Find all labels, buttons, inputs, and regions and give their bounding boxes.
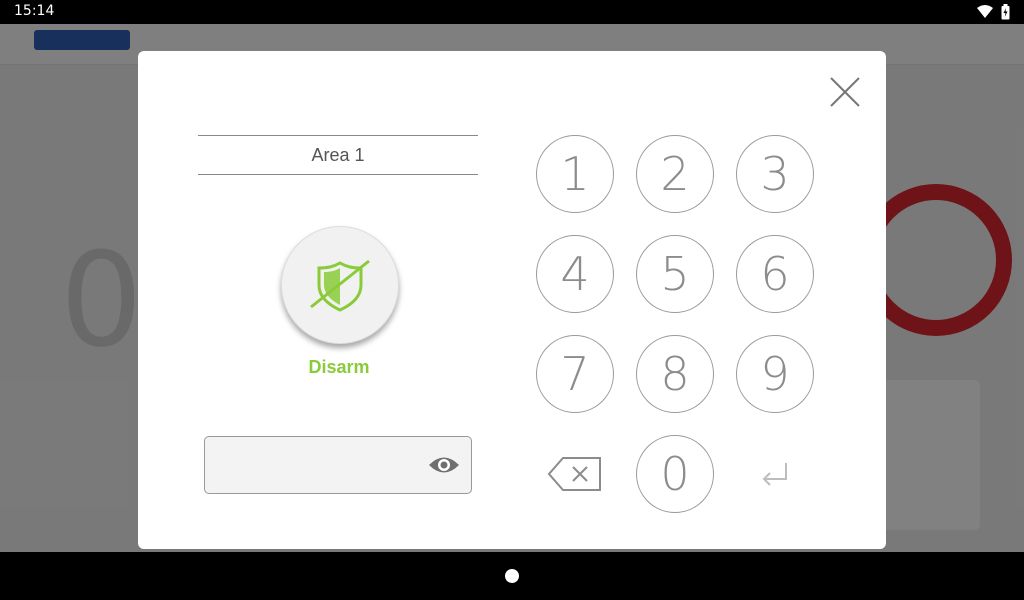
key-3[interactable]: 3: [736, 135, 814, 213]
key-4[interactable]: 4: [536, 235, 614, 313]
pin-field: [204, 436, 472, 494]
key-6[interactable]: 6: [736, 235, 814, 313]
key-7[interactable]: 7: [536, 335, 614, 413]
close-icon[interactable]: [828, 75, 862, 109]
enter-button[interactable]: [736, 435, 814, 513]
eye-icon[interactable]: [427, 454, 461, 476]
enter-icon: [762, 463, 787, 486]
keypad-dialog: Area 1 Disarm 1 2 3 4 5 6 7 8 9 0: [138, 51, 886, 549]
key-1[interactable]: 1: [536, 135, 614, 213]
status-time: 15:14: [14, 3, 55, 19]
backspace-icon: [547, 457, 601, 491]
key-5[interactable]: 5: [636, 235, 714, 313]
key-8[interactable]: 8: [636, 335, 714, 413]
home-button[interactable]: [505, 569, 519, 583]
disarm-button[interactable]: [281, 226, 399, 344]
area-label: Area 1: [198, 135, 478, 175]
battery-icon: [1001, 4, 1010, 20]
pin-input[interactable]: [215, 447, 419, 485]
shield-off-icon: [310, 259, 370, 312]
key-0[interactable]: 0: [636, 435, 714, 513]
disarm-label: Disarm: [308, 357, 370, 377]
status-bar: 15:14: [0, 0, 1024, 24]
backspace-button[interactable]: [536, 435, 614, 513]
key-9[interactable]: 9: [736, 335, 814, 413]
key-2[interactable]: 2: [636, 135, 714, 213]
wifi-icon: [977, 5, 993, 18]
